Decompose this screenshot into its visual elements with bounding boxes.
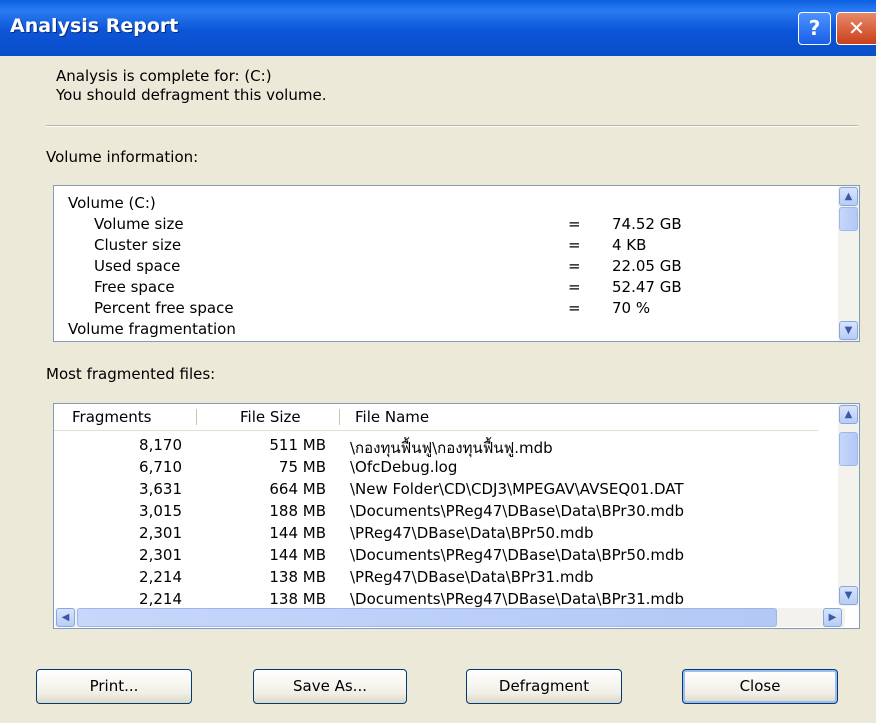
volume-info-name: Volume fragmentation xyxy=(68,320,236,338)
cell-file-name: \New Folder\CD\CDJ3\MPEGAV\AVSEQ01.DAT xyxy=(350,480,684,498)
scroll-down-icon[interactable]: ▼ xyxy=(839,586,858,605)
volume-info-value: 74.52 GB xyxy=(612,215,682,233)
recommendation-text: You should defragment this volume. xyxy=(56,86,327,104)
scroll-up-icon[interactable]: ▲ xyxy=(839,187,858,206)
cell-file-size: 664 MB xyxy=(269,480,326,498)
volume-info-list[interactable]: Volume (C:) Volume size = 74.52 GB Cluster s… xyxy=(53,185,860,342)
cell-file-size: 144 MB xyxy=(269,546,326,564)
cell-file-size: 144 MB xyxy=(269,524,326,542)
window-title: Analysis Report xyxy=(10,15,179,37)
volume-info-equals: = xyxy=(568,278,581,296)
defragment-button[interactable]: Defragment xyxy=(466,669,622,704)
volume-info-equals: = xyxy=(568,236,581,254)
cell-file-name: \Documents\PReg47\DBase\Data\BPr50.mdb xyxy=(350,546,685,564)
cell-fragments: 2,301 xyxy=(139,546,182,564)
cell-file-size: 138 MB xyxy=(269,590,326,608)
cell-fragments: 8,170 xyxy=(139,436,182,454)
cell-file-name: \Documents\PReg47\DBase\Data\BPr30.mdb xyxy=(350,502,685,520)
table-row[interactable]: 2,214 138 MB \PReg47\DBase\Data\BPr31.mdb xyxy=(54,568,824,589)
volume-info-name: Volume (C:) xyxy=(68,194,156,212)
table-row[interactable]: 8,170 511 MB \กองทุนฟื้นฟู\กองทุนฟื้นฟู.md… xyxy=(54,436,824,457)
separator xyxy=(46,125,858,127)
files-vscrollbar[interactable]: ▲ ▼ xyxy=(838,404,859,606)
hscroll-thumb[interactable] xyxy=(77,608,777,627)
table-row[interactable]: 6,710 75 MB \OfcDebug.log xyxy=(54,458,824,479)
scroll-thumb[interactable] xyxy=(839,207,858,231)
volume-info-name: Percent free space xyxy=(94,299,234,317)
fragmented-files-label: Most fragmented files: xyxy=(46,365,216,383)
volume-info-name: Cluster size xyxy=(94,236,182,254)
cell-fragments: 3,015 xyxy=(139,502,182,520)
cell-fragments: 6,710 xyxy=(139,458,182,476)
volume-info-equals: = xyxy=(568,299,581,317)
column-divider[interactable] xyxy=(339,409,340,425)
volume-info-name: Used space xyxy=(94,257,181,275)
table-row[interactable]: 3,015 188 MB \Documents\PReg47\DBase\Data\… xyxy=(54,502,824,523)
column-file-name[interactable]: File Name xyxy=(355,408,429,426)
volume-info-value: 70 % xyxy=(612,299,651,317)
cell-file-size: 75 MB xyxy=(278,458,326,476)
cell-file-name: \Documents\PReg47\DBase\Data\BPr31.mdb xyxy=(350,590,685,608)
cell-file-name: \OfcDebug.log xyxy=(350,458,458,476)
table-row[interactable]: 2,301 144 MB \PReg47\DBase\Data\BPr50.mdb xyxy=(54,524,824,545)
close-button[interactable]: Close xyxy=(682,669,838,704)
scroll-left-icon[interactable]: ◀ xyxy=(56,608,75,627)
column-divider[interactable] xyxy=(196,409,197,425)
volume-info-equals: = xyxy=(568,257,581,275)
cell-file-name: \กองทุนฟื้นฟู\กองทุนฟื้นฟู.mdb xyxy=(350,439,553,457)
fragmented-files-list[interactable]: Fragments File Size File Name 8,170 511 M… xyxy=(53,403,860,629)
cell-fragments: 2,214 xyxy=(139,568,182,586)
scroll-down-icon[interactable]: ▼ xyxy=(839,321,858,340)
column-file-size[interactable]: File Size xyxy=(240,408,301,426)
analysis-status-text: Analysis is complete for: (C:) xyxy=(56,67,272,85)
volume-info-name: Free space xyxy=(94,278,175,296)
volume-info-label: Volume information: xyxy=(46,148,199,166)
table-row[interactable]: 3,631 664 MB \New Folder\CD\CDJ3\MPEGAV\AV… xyxy=(54,480,824,501)
cell-fragments: 3,631 xyxy=(139,480,182,498)
save-as-button[interactable]: Save As... xyxy=(253,669,407,704)
volume-info-equals: = xyxy=(568,215,581,233)
help-button[interactable]: ? xyxy=(798,12,831,45)
cell-file-size: 188 MB xyxy=(269,502,326,520)
window-close-button[interactable]: ✕ xyxy=(836,12,876,45)
cell-fragments: 2,301 xyxy=(139,524,182,542)
scroll-up-icon[interactable]: ▲ xyxy=(839,405,858,424)
title-bar[interactable]: Analysis Report ? ✕ xyxy=(0,0,876,56)
table-row[interactable]: 2,301 144 MB \Documents\PReg47\DBase\Data\… xyxy=(54,546,824,567)
column-header: Fragments File Size File Name xyxy=(54,404,818,431)
volume-info-vscrollbar[interactable]: ▲ ▼ xyxy=(838,186,859,341)
cell-file-size: 511 MB xyxy=(269,436,326,454)
scroll-right-icon[interactable]: ▶ xyxy=(823,608,842,627)
cell-file-name: \PReg47\DBase\Data\BPr31.mdb xyxy=(350,568,594,586)
files-hscrollbar[interactable]: ◀ ▶ xyxy=(55,608,845,627)
scroll-thumb[interactable] xyxy=(839,432,858,466)
column-fragments[interactable]: Fragments xyxy=(72,408,151,426)
print-button[interactable]: Print... xyxy=(36,669,192,704)
cell-file-name: \PReg47\DBase\Data\BPr50.mdb xyxy=(350,524,594,542)
volume-info-value: 4 KB xyxy=(612,236,647,254)
volume-info-name: Volume size xyxy=(94,215,184,233)
volume-info-value: 52.47 GB xyxy=(612,278,682,296)
cell-fragments: 2,214 xyxy=(139,590,182,608)
cell-file-size: 138 MB xyxy=(269,568,326,586)
volume-info-value: 22.05 GB xyxy=(612,257,682,275)
